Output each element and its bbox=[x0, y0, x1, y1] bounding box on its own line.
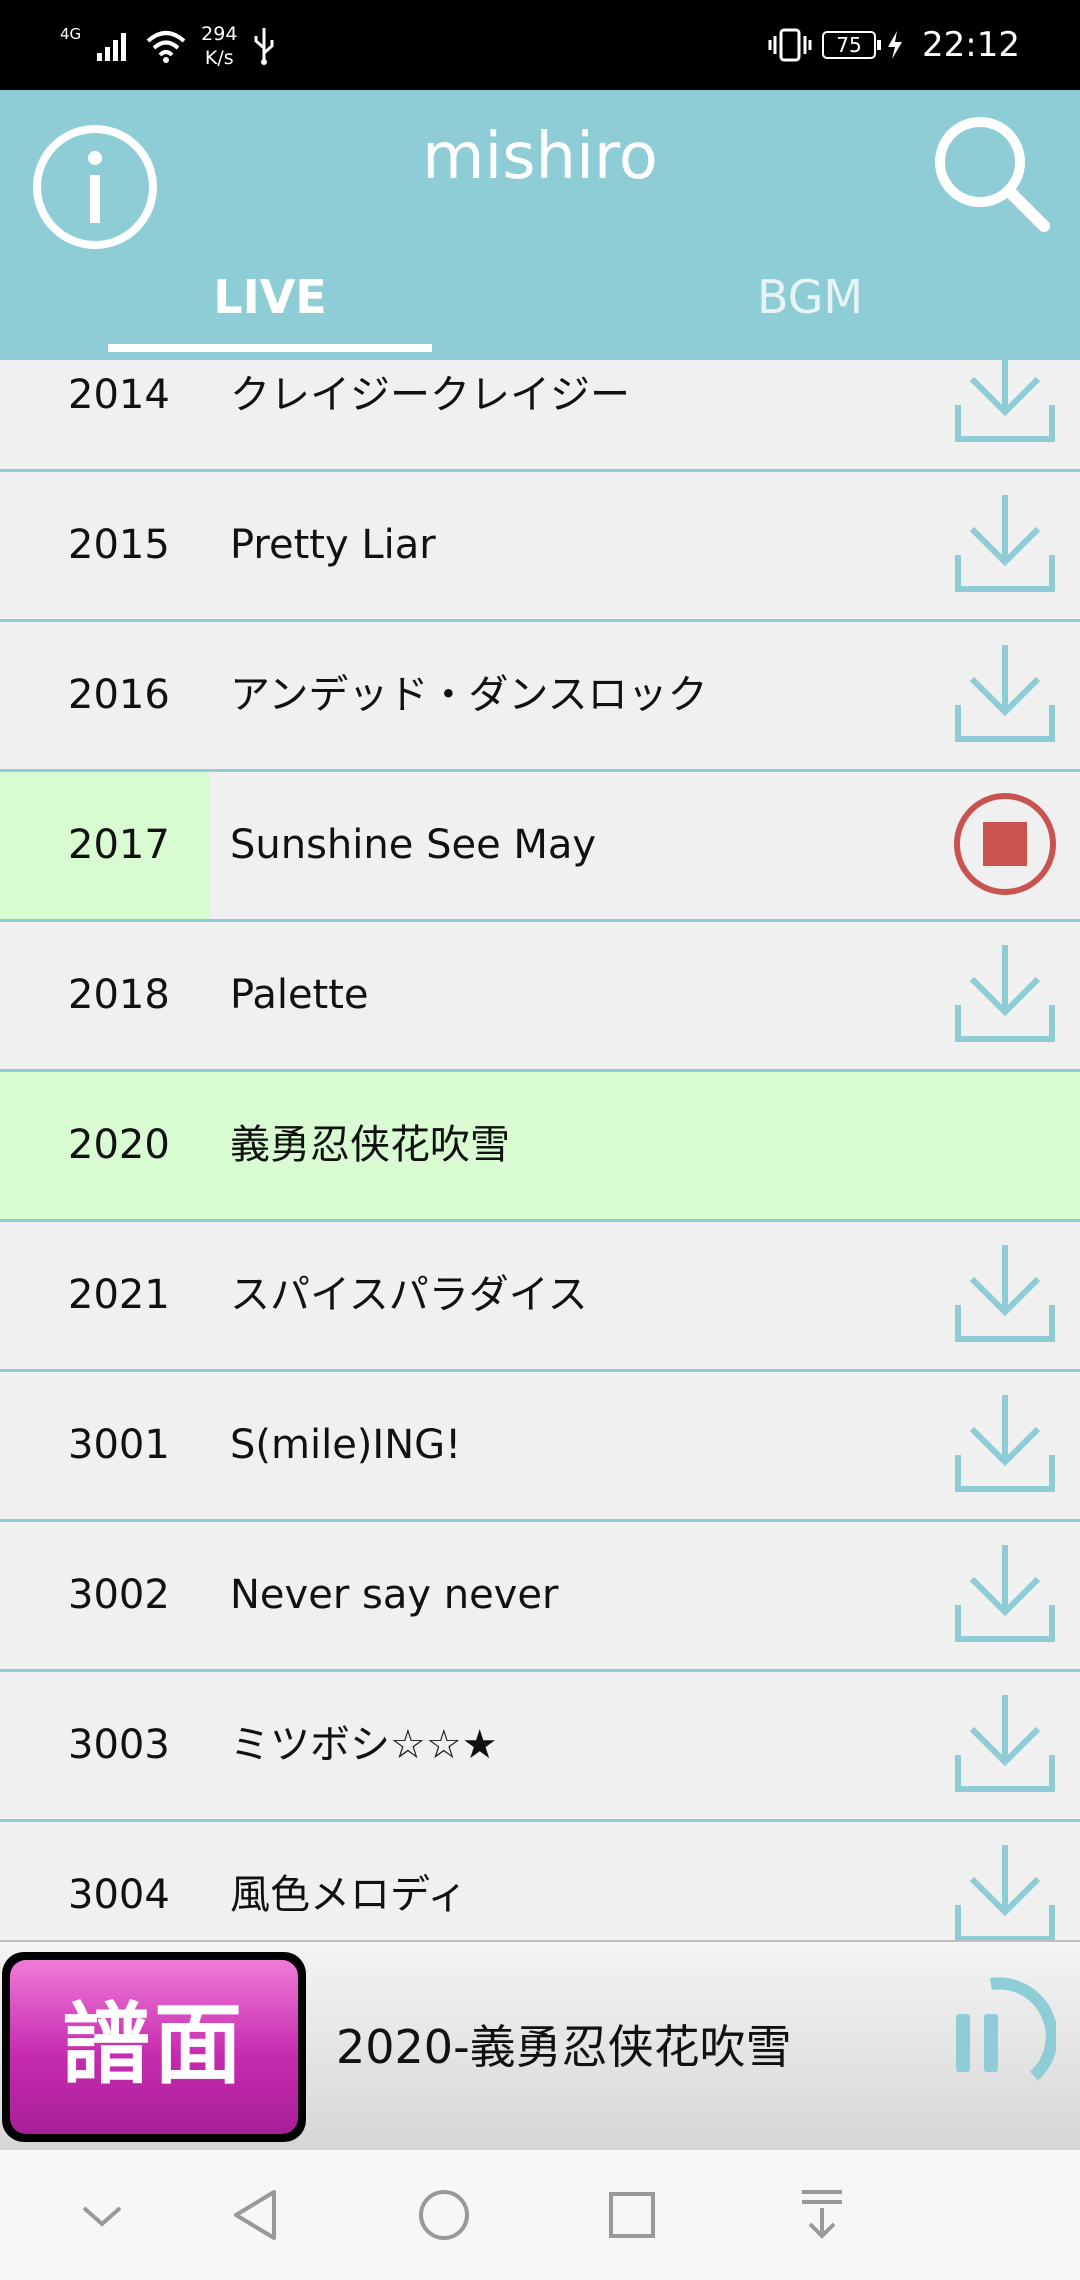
wifi-icon bbox=[146, 31, 186, 63]
song-id: 2014 bbox=[68, 372, 170, 418]
vibrate-icon bbox=[768, 28, 812, 62]
song-name: スパイスパラダイス bbox=[230, 1272, 588, 1318]
list-item-selected[interactable]: 2020 義勇忍侠花吹雪 bbox=[0, 1072, 1080, 1222]
score-button-label: 譜面 bbox=[10, 1960, 298, 2134]
back-icon[interactable] bbox=[216, 2178, 296, 2252]
app-bar: mishiro LIVE BGM bbox=[0, 90, 1080, 360]
search-icon[interactable] bbox=[928, 110, 1052, 234]
download-icon[interactable] bbox=[950, 1387, 1060, 1502]
song-id: 2017 bbox=[68, 822, 170, 868]
song-name: Never say never bbox=[230, 1572, 559, 1618]
song-id: 3004 bbox=[68, 1872, 170, 1918]
song-name: クレイジークレイジー bbox=[230, 372, 630, 418]
status-left: 4G 294 K/s bbox=[60, 18, 277, 74]
song-id: 2020 bbox=[68, 1122, 170, 1168]
charging-icon bbox=[888, 31, 903, 59]
list-item[interactable]: 2016 アンデッド・ダンスロック bbox=[0, 622, 1080, 772]
list-item[interactable]: 2014 クレイジークレイジー bbox=[0, 360, 1080, 472]
now-playing-bar: 譜面 2020-義勇忍侠花吹雪 bbox=[0, 1940, 1080, 2150]
song-name: Palette bbox=[230, 972, 369, 1018]
song-id: 3003 bbox=[68, 1722, 170, 1768]
list-item-playing[interactable]: 2017 Sunshine See May bbox=[0, 772, 1080, 922]
list-item[interactable]: 2018 Palette bbox=[0, 922, 1080, 1072]
song-name: S(mile)ING! bbox=[230, 1422, 462, 1468]
tab-live-label: LIVE bbox=[213, 270, 327, 324]
song-id: 2015 bbox=[68, 522, 170, 568]
song-id: 2016 bbox=[68, 672, 170, 718]
speed-unit: K/s bbox=[204, 47, 234, 69]
now-playing-title: 2020-義勇忍侠花吹雪 bbox=[336, 2020, 792, 2074]
signal-icon bbox=[97, 33, 127, 61]
download-icon[interactable] bbox=[950, 1687, 1060, 1802]
speed-value: 294 bbox=[201, 23, 238, 45]
list-item[interactable]: 3001 S(mile)ING! bbox=[0, 1372, 1080, 1522]
list-item[interactable]: 2021 スパイスパラダイス bbox=[0, 1222, 1080, 1372]
song-name: 義勇忍侠花吹雪 bbox=[230, 1122, 510, 1168]
song-name: 風色メロディ bbox=[230, 1872, 468, 1918]
system-nav-bar bbox=[0, 2150, 1080, 2280]
network-speed: 294 K/s bbox=[201, 22, 237, 70]
home-icon[interactable] bbox=[404, 2178, 484, 2252]
song-id: 3001 bbox=[68, 1422, 170, 1468]
song-name: Pretty Liar bbox=[230, 522, 436, 568]
usb-icon bbox=[254, 28, 274, 65]
tab-bgm-label: BGM bbox=[756, 270, 864, 324]
notification-pull-icon[interactable] bbox=[782, 2178, 862, 2252]
list-item[interactable]: 3003 ミツボシ☆☆★ bbox=[0, 1672, 1080, 1822]
pause-icon[interactable] bbox=[926, 1972, 1056, 2102]
download-icon[interactable] bbox=[950, 1537, 1060, 1652]
download-icon[interactable] bbox=[950, 1237, 1060, 1352]
chevron-down-icon[interactable] bbox=[62, 2178, 142, 2252]
tab-indicator bbox=[108, 344, 432, 352]
download-icon[interactable] bbox=[950, 637, 1060, 752]
tab-bgm[interactable]: BGM bbox=[540, 270, 1080, 360]
recents-icon[interactable] bbox=[592, 2178, 672, 2252]
status-bar: 4G 294 K/s 75 22:12 bbox=[0, 0, 1080, 90]
list-item[interactable]: 2015 Pretty Liar bbox=[0, 472, 1080, 622]
download-icon[interactable] bbox=[950, 937, 1060, 1052]
download-icon[interactable] bbox=[950, 487, 1060, 602]
battery-indicator: 75 bbox=[822, 31, 882, 59]
song-name: アンデッド・ダンスロック bbox=[230, 672, 708, 718]
network-type: 4G bbox=[60, 24, 82, 43]
status-right: 75 22:12 bbox=[768, 20, 1020, 70]
list-item[interactable]: 3002 Never say never bbox=[0, 1522, 1080, 1672]
download-icon[interactable] bbox=[950, 1837, 1060, 1940]
song-id: 3002 bbox=[68, 1572, 170, 1618]
clock: 22:12 bbox=[922, 25, 1020, 65]
song-name: Sunshine See May bbox=[230, 822, 597, 868]
song-id: 2018 bbox=[68, 972, 170, 1018]
app-title: mishiro bbox=[422, 120, 658, 194]
song-list[interactable]: 2014 クレイジークレイジー 2015 Pretty Liar 2016 アン… bbox=[0, 360, 1080, 1940]
stop-icon[interactable] bbox=[950, 787, 1060, 902]
song-name: ミツボシ☆☆★ bbox=[230, 1722, 498, 1768]
download-icon[interactable] bbox=[950, 360, 1060, 452]
list-item[interactable]: 3004 風色メロディ bbox=[0, 1822, 1080, 1940]
score-button[interactable]: 譜面 bbox=[2, 1952, 306, 2142]
song-id: 2021 bbox=[68, 1272, 170, 1318]
